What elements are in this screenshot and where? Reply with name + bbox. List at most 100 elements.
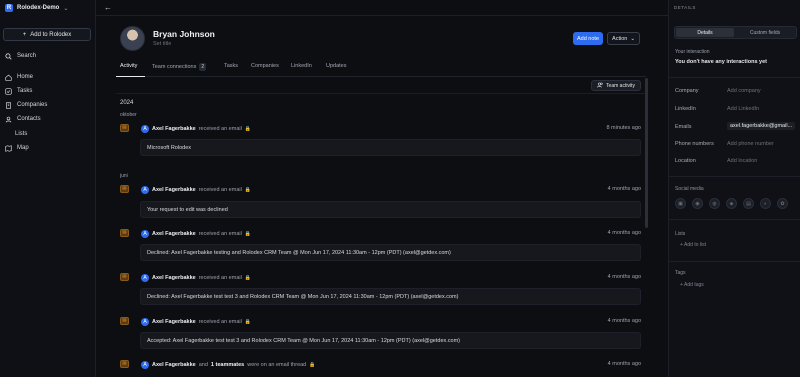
event-body[interactable]: Accepted: Axel Fagerbakke test test 3 an… — [140, 332, 641, 349]
sidebar-item-home[interactable]: Home — [5, 72, 33, 82]
event-header: A Axel Fagerbakke received an email 🔒 — [141, 273, 251, 282]
phone-field[interactable]: Add phone number — [727, 141, 774, 147]
tasks-icon — [5, 87, 12, 95]
tab-companies[interactable]: Companies — [251, 63, 279, 69]
sidebar-item-contacts[interactable]: Contacts — [5, 114, 41, 124]
workspace-switcher[interactable]: R Rolodex-Demo ⌄ — [5, 3, 68, 13]
event-author[interactable]: Axel Fagerbakke — [152, 126, 196, 132]
tab-label: Companies — [251, 63, 279, 69]
event-author[interactable]: Axel Fagerbakke — [152, 275, 196, 281]
event-author[interactable]: Axel Fagerbakke — [152, 362, 196, 368]
sidebar-item-label: Tasks — [17, 88, 33, 94]
lock-icon: 🔒 — [244, 318, 252, 325]
company-field[interactable]: Add company — [727, 88, 761, 94]
social-icon[interactable]: ◐ — [760, 198, 771, 209]
field-label-phone: Phone numbers — [675, 141, 714, 147]
event-teammates[interactable]: 1 teammates — [211, 362, 244, 368]
email-icon: ✉ — [120, 185, 129, 193]
event-action: were on an email thread — [247, 361, 307, 368]
avatar: A — [141, 185, 149, 194]
tab-activity[interactable]: Activity — [120, 63, 137, 69]
sidebar-item-map[interactable]: Map — [5, 143, 29, 153]
workspace-logo: R — [5, 4, 13, 12]
social-icon[interactable]: ▣ — [675, 198, 686, 209]
lock-icon: 🔒 — [244, 125, 252, 132]
workspace-name: Rolodex-Demo — [17, 5, 60, 11]
tab-team-connections[interactable]: Team connections 2 — [152, 63, 207, 71]
sidebar-item-search[interactable]: Search — [5, 51, 36, 61]
sidebar-item-companies[interactable]: Companies — [5, 100, 47, 110]
lock-icon: 🔒 — [309, 361, 316, 368]
event-and: and — [198, 361, 208, 368]
lock-icon: 🔒 — [244, 230, 252, 237]
tab-tasks[interactable]: Tasks — [224, 63, 238, 69]
search-icon — [5, 52, 12, 60]
social-icon[interactable]: ✿ — [777, 198, 788, 209]
event-body[interactable]: Declined: Axel Fagerbakke test test 3 an… — [140, 288, 641, 305]
event-action: received an email — [198, 186, 242, 193]
tab-label: Activity — [120, 63, 138, 69]
action-button[interactable]: Action ⌄ — [607, 32, 640, 45]
tab-label: Updates — [326, 63, 347, 69]
social-icon[interactable]: ◉ — [692, 198, 703, 209]
social-icon[interactable]: ▤ — [743, 198, 754, 209]
event-time: 4 months ago — [607, 361, 641, 367]
email-icon: ✉ — [120, 273, 129, 281]
tab-linkedin[interactable]: LinkedIn — [291, 63, 312, 69]
event-time: 8 minutes ago — [606, 125, 641, 131]
tab-custom-fields[interactable]: Custom fields — [736, 28, 794, 37]
set-title-field[interactable]: Set title — [153, 41, 171, 47]
event-author[interactable]: Axel Fagerbakke — [152, 187, 196, 193]
sidebar-item-lists[interactable]: Lists — [15, 129, 27, 139]
event-header: A Axel Fagerbakke received an email 🔒 — [141, 229, 251, 238]
add-to-rolodex-button[interactable]: + Add to Rolodex — [3, 28, 91, 41]
your-interaction-label: Your interaction — [675, 49, 710, 55]
count-badge: 2 — [199, 63, 207, 71]
email-icon: ✉ — [120, 360, 129, 368]
social-media-label: Social media — [675, 186, 704, 192]
lock-icon: 🔒 — [244, 186, 252, 193]
feed-month: juni — [120, 173, 128, 179]
event-author[interactable]: Axel Fagerbakke — [152, 231, 196, 237]
tab-label: Tasks — [224, 63, 239, 69]
add-note-button[interactable]: Add note — [573, 32, 603, 45]
event-time: 4 months ago — [607, 274, 641, 280]
social-icon[interactable]: ◈ — [726, 198, 737, 209]
email-field[interactable]: axel.fagerbakke@gmail... — [727, 122, 796, 130]
plus-icon: + — [22, 31, 27, 38]
team-activity-label: Team activity — [606, 82, 635, 89]
event-author[interactable]: Axel Fagerbakke — [152, 319, 196, 325]
tab-label: Team connections — [152, 64, 197, 70]
event-action: received an email — [198, 274, 242, 281]
divider — [668, 219, 800, 220]
sidebar-item-label: Contacts — [17, 116, 41, 122]
event-body[interactable]: Declined: Axel Fagerbakke testing and Ro… — [140, 244, 641, 261]
linkedin-field[interactable]: Add LinkedIn — [727, 106, 759, 112]
add-to-list-button[interactable]: + Add to list — [680, 242, 706, 248]
email-icon: ✉ — [120, 229, 129, 237]
team-activity-button[interactable]: Team activity — [591, 80, 641, 91]
sidebar-item-label: Companies — [17, 102, 48, 108]
field-label-location: Location — [675, 158, 696, 164]
add-tags-button[interactable]: + Add tags — [680, 282, 704, 288]
back-arrow-icon[interactable]: ← — [104, 3, 112, 12]
person-name[interactable]: Bryan Johnson — [153, 29, 215, 39]
location-field[interactable]: Add location — [727, 158, 757, 164]
contacts-icon — [5, 116, 12, 123]
divider — [668, 77, 800, 78]
add-to-rolodex-label: Add to Rolodex — [30, 31, 72, 38]
event-body[interactable]: Microsoft Rolodex — [140, 139, 641, 156]
event-time: 4 months ago — [607, 186, 641, 192]
social-icon[interactable]: ◍ — [709, 198, 720, 209]
feed-year: 2024 — [120, 100, 134, 106]
scrollbar[interactable] — [645, 78, 648, 228]
details-header: DETAILS — [674, 5, 696, 10]
tab-details[interactable]: Details — [676, 28, 734, 37]
email-icon: ✉ — [120, 317, 129, 325]
event-body[interactable]: Your request to edit was declined — [140, 201, 641, 218]
tab-updates[interactable]: Updates — [326, 63, 347, 69]
feed-month: oktober — [120, 112, 137, 118]
sidebar-item-tasks[interactable]: Tasks — [5, 86, 32, 96]
event-action: received an email — [198, 230, 242, 237]
lock-icon: 🔒 — [244, 274, 252, 281]
